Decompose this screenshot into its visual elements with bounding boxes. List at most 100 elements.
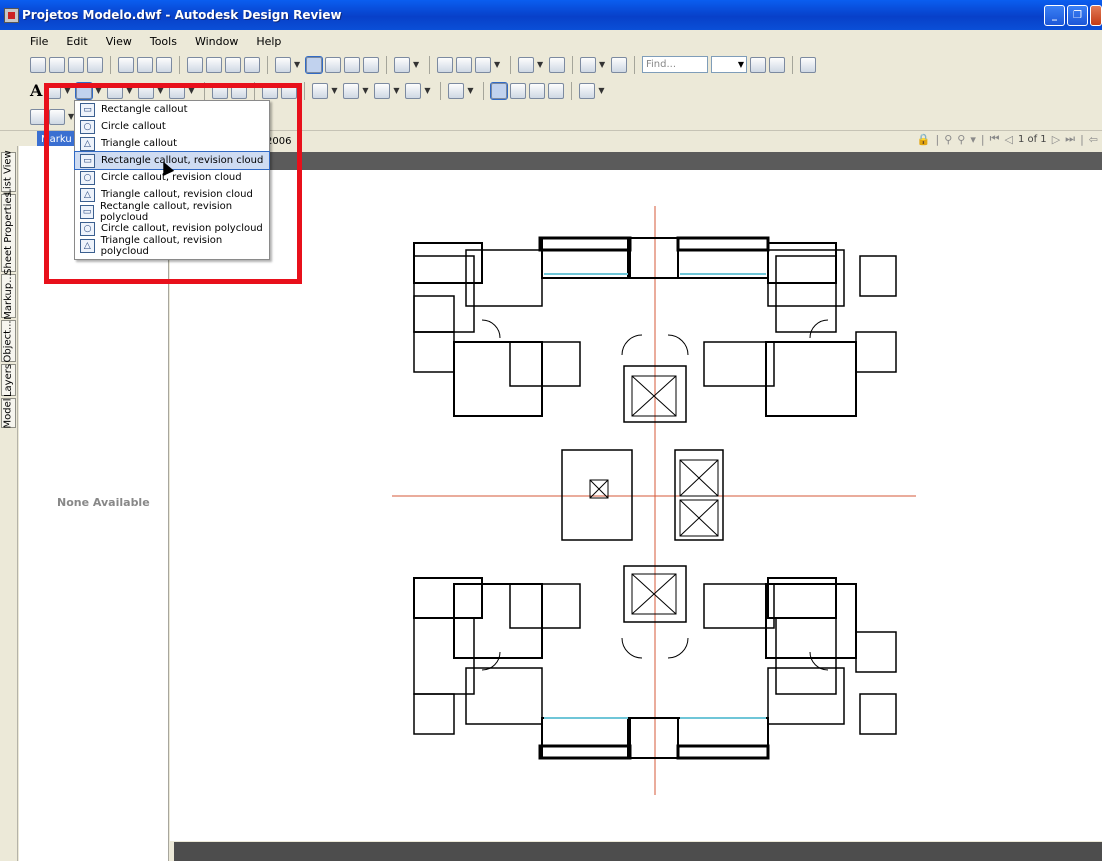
paste-special-icon[interactable] — [244, 56, 260, 73]
maximize-button[interactable]: ❐ — [1067, 5, 1088, 26]
list-view-icon[interactable] — [49, 108, 65, 125]
text-tool-icon[interactable]: A — [30, 81, 42, 100]
redo-icon[interactable] — [156, 56, 172, 73]
binoculars-icon[interactable] — [750, 56, 766, 73]
drawing-canvas[interactable] — [170, 170, 1102, 841]
chevron-down-icon[interactable]: ▼ — [413, 57, 422, 73]
section-icon[interactable] — [456, 56, 472, 73]
menu-edit[interactable]: Edit — [66, 35, 87, 48]
lock-icon[interactable]: 🔒 — [917, 133, 931, 146]
layout-icon[interactable] — [580, 56, 596, 73]
print-icon[interactable] — [87, 56, 103, 73]
pan-icon[interactable] — [490, 81, 509, 100]
side-tab-object[interactable]: Object... — [1, 320, 16, 362]
chevron-down-icon[interactable]: ▼ — [331, 83, 340, 99]
side-tab-model[interactable]: Model — [1, 398, 16, 428]
menu-item-circle-callout[interactable]: ○ Circle callout — [75, 118, 269, 135]
chevron-down-icon[interactable]: ▼ — [157, 83, 166, 99]
copy-icon[interactable] — [206, 56, 222, 73]
first-page-icon[interactable]: ⏮ — [990, 132, 1000, 146]
zoom-window-icon[interactable] — [344, 56, 360, 73]
chevron-down-icon[interactable]: ▼ — [537, 57, 546, 73]
menu-item-triangle-callout-revision-polycloud[interactable]: △ Triangle callout, revision polycloud — [75, 235, 269, 257]
undo-icon[interactable] — [137, 56, 153, 73]
side-tab-sheet-properties[interactable]: Sheet Properties — [1, 192, 16, 274]
chevron-down-icon[interactable]: ▼ — [393, 83, 402, 99]
measure-icon[interactable] — [437, 56, 453, 73]
snapshot-icon[interactable] — [212, 82, 229, 99]
rotate-icon[interactable] — [275, 56, 291, 73]
menu-item-rectangle-callout[interactable]: ▭ Rectangle callout — [75, 101, 269, 118]
find-dropdown[interactable]: ▼ — [711, 56, 747, 73]
line-color-icon[interactable] — [343, 82, 360, 99]
pen-icon[interactable] — [169, 82, 186, 99]
open-icon[interactable] — [49, 56, 65, 73]
menu-item-rectangle-callout-revision-polycloud[interactable]: ▭ Rectangle callout, revision polycloud — [75, 201, 269, 223]
side-tab-layers[interactable]: Layers — [1, 363, 16, 397]
rotate-icon[interactable] — [448, 82, 465, 99]
empty-panel-message: None Available — [57, 496, 150, 509]
menu-window[interactable]: Window — [195, 35, 238, 48]
menu-bar: File Edit View Tools Window Help — [0, 30, 1102, 52]
chevron-down-icon[interactable]: ▾ — [970, 133, 976, 146]
zoom-icon[interactable] — [510, 82, 527, 99]
search-icon[interactable]: ⚲ — [944, 133, 952, 146]
save-icon[interactable] — [68, 56, 84, 73]
chevron-down-icon[interactable]: ▼ — [424, 83, 433, 99]
find-input[interactable]: Find... — [642, 56, 708, 73]
chevron-down-icon[interactable]: ▼ — [294, 57, 303, 73]
callout-icon[interactable] — [75, 81, 94, 100]
orbit-icon[interactable] — [394, 56, 410, 73]
find-options-icon[interactable] — [769, 56, 785, 73]
back-icon[interactable]: ⇦ — [1089, 133, 1098, 146]
menu-tools[interactable]: Tools — [150, 35, 177, 48]
shape-icon[interactable] — [107, 82, 124, 99]
chevron-down-icon[interactable]: ▼ — [467, 83, 476, 99]
new-icon[interactable] — [30, 56, 46, 73]
explode-icon[interactable] — [518, 56, 534, 73]
zoom-fit-icon[interactable] — [548, 82, 565, 99]
chevron-down-icon[interactable]: ▼ — [188, 83, 197, 99]
stamp-icon[interactable] — [45, 82, 62, 99]
line-weight-icon[interactable] — [405, 82, 422, 99]
text-color-icon[interactable] — [312, 82, 329, 99]
close-button[interactable] — [1090, 5, 1102, 26]
chevron-down-icon[interactable]: ▼ — [494, 57, 503, 73]
title-bar: Projetos Modelo.dwf - Autodesk Design Re… — [0, 0, 1102, 30]
cut-icon[interactable] — [187, 56, 203, 73]
snapshot-region-icon[interactable] — [231, 82, 248, 99]
menu-item-triangle-callout[interactable]: △ Triangle callout — [75, 135, 269, 152]
font-size-icon[interactable] — [281, 82, 298, 99]
fill-color-icon[interactable] — [374, 82, 391, 99]
pin-icon[interactable]: ⚲ — [957, 133, 965, 146]
thumbnails-icon[interactable] — [30, 108, 46, 125]
select-icon[interactable] — [118, 56, 134, 73]
menu-file[interactable]: File — [30, 35, 48, 48]
minimize-button[interactable]: _ — [1044, 5, 1065, 26]
next-page-icon[interactable]: ▷ — [1052, 133, 1060, 146]
previous-page-icon[interactable]: ◁ — [1004, 133, 1012, 146]
orbit-icon[interactable] — [579, 82, 596, 99]
view-cube-icon[interactable] — [475, 56, 491, 73]
side-tab-markup[interactable]: Markup... — [1, 273, 16, 319]
zoom-icon[interactable] — [325, 56, 341, 73]
chevron-down-icon[interactable]: ▼ — [362, 83, 371, 99]
chevron-down-icon[interactable]: ▼ — [599, 57, 608, 73]
bold-icon[interactable] — [262, 82, 279, 99]
zoom-fit-icon[interactable] — [363, 56, 379, 73]
line-icon[interactable] — [138, 82, 155, 99]
last-page-icon[interactable]: ⏭ — [1065, 132, 1075, 146]
chevron-down-icon[interactable]: ▼ — [598, 83, 607, 99]
chevron-down-icon[interactable]: ▼ — [126, 83, 135, 99]
zoom-window-icon[interactable] — [529, 82, 546, 99]
hide-icon[interactable] — [549, 56, 565, 73]
paste-icon[interactable] — [225, 56, 241, 73]
window-icon[interactable] — [611, 56, 627, 73]
menu-help[interactable]: Help — [256, 35, 281, 48]
chevron-down-icon[interactable]: ▼ — [64, 83, 73, 99]
pan-icon[interactable] — [305, 55, 323, 74]
menu-view[interactable]: View — [106, 35, 132, 48]
help-icon[interactable] — [800, 56, 816, 73]
chevron-down-icon[interactable]: ▼ — [95, 83, 104, 99]
side-tab-list-view[interactable]: List View — [1, 150, 16, 194]
